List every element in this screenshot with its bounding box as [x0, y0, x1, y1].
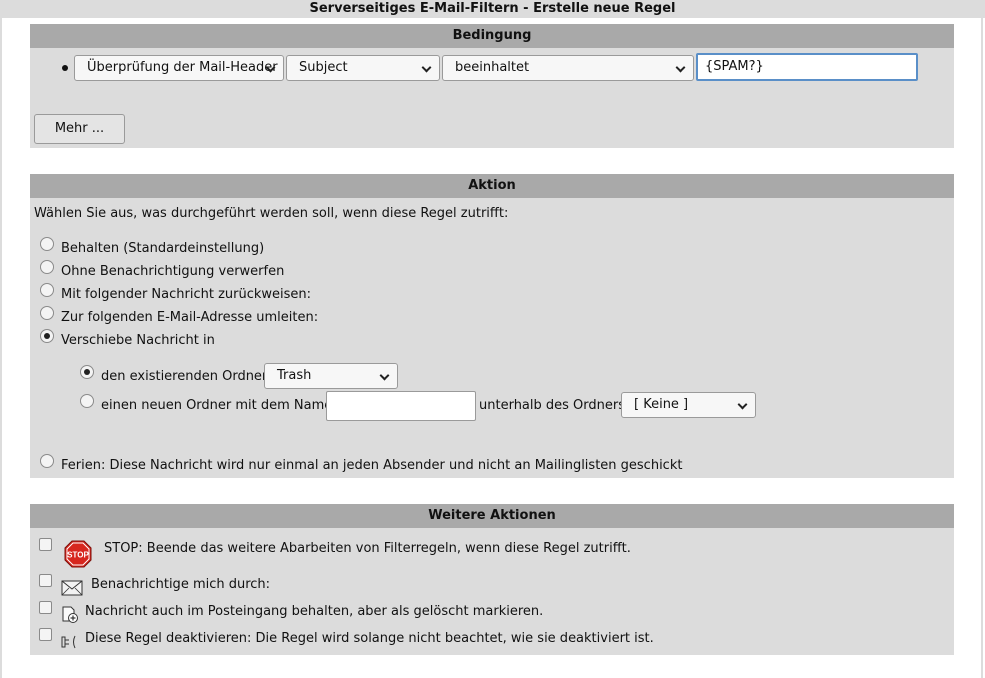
move-label-below-folder: unterhalb des Ordners — [479, 398, 626, 413]
action-radio-vacation[interactable] — [40, 454, 54, 468]
chevron-down-icon — [737, 399, 748, 410]
keep-deleted-checkbox[interactable] — [39, 601, 52, 614]
condition-header: Bedingung — [30, 24, 954, 48]
parent-folder-select-value: [ Keine ] — [634, 397, 689, 412]
stop-label: STOP: Beende das weitere Abarbeiten von … — [104, 541, 631, 556]
disable-rule-icon — [61, 635, 76, 649]
notify-label: Benachrichtige mich durch: — [91, 577, 271, 592]
header-type-select-value: Überprüfung der Mail-Header — [87, 60, 278, 75]
disable-rule-checkbox[interactable] — [39, 628, 52, 641]
move-label-new-folder: einen neuen Ordner mit dem Namen — [101, 398, 341, 413]
condition-value-input[interactable]: {SPAM?} — [696, 53, 918, 81]
more-button[interactable]: Mehr ... — [34, 114, 125, 144]
condition-panel: Bedingung Überprüfung der Mail-Header Su… — [30, 24, 954, 148]
disable-rule-label: Diese Regel deaktivieren: Die Regel wird… — [85, 631, 654, 646]
chevron-down-icon — [379, 370, 390, 381]
operator-select[interactable]: beeinhaltet — [442, 55, 694, 81]
action-label-reject: Mit folgender Nachricht zurückweisen: — [61, 287, 312, 302]
existing-folder-select[interactable]: Trash — [264, 363, 398, 389]
page-border-right — [981, 18, 983, 678]
action-radio-redirect[interactable] — [40, 306, 54, 320]
move-label-existing-folder: den existierenden Ordner — [101, 369, 268, 384]
move-radio-existing-folder[interactable] — [80, 365, 94, 379]
existing-folder-select-value: Trash — [277, 368, 312, 383]
window-title: Serverseitiges E-Mail-Filtern - Erstelle… — [0, 0, 985, 18]
document-delete-icon — [62, 606, 78, 623]
action-label-move: Verschiebe Nachricht in — [61, 333, 215, 348]
header-type-select[interactable]: Überprüfung der Mail-Header — [74, 55, 284, 81]
stop-sign-text: STOP — [67, 551, 89, 560]
action-radio-keep[interactable] — [40, 237, 54, 251]
header-field-select-value: Subject — [299, 60, 348, 75]
condition-bullet — [62, 65, 68, 71]
move-radio-new-folder[interactable] — [80, 394, 94, 408]
parent-folder-select[interactable]: [ Keine ] — [621, 392, 756, 418]
new-folder-name-input[interactable] — [326, 391, 476, 421]
keep-deleted-label: Nachricht auch im Posteingang behalten, … — [85, 604, 544, 619]
operator-select-value: beeinhaltet — [455, 60, 530, 75]
header-field-select[interactable]: Subject — [286, 55, 440, 81]
chevron-down-icon — [675, 62, 686, 73]
stop-sign-icon: STOP — [64, 540, 92, 568]
further-actions-panel: Weitere Aktionen STOP STOP: Beende das w… — [30, 504, 954, 655]
notify-checkbox[interactable] — [39, 574, 52, 587]
action-intro: Wählen Sie aus, was durchgeführt werden … — [34, 206, 509, 221]
action-panel: Aktion Wählen Sie aus, was durchgeführt … — [30, 174, 954, 478]
envelope-icon — [61, 580, 83, 596]
action-label-vacation: Ferien: Diese Nachricht wird nur einmal … — [61, 458, 683, 473]
stop-checkbox[interactable] — [39, 538, 52, 551]
action-radio-move[interactable] — [40, 329, 54, 343]
page-border-left — [0, 18, 2, 678]
further-actions-header: Weitere Aktionen — [30, 504, 954, 528]
action-radio-discard[interactable] — [40, 260, 54, 274]
chevron-down-icon — [421, 62, 432, 73]
action-label-discard: Ohne Benachrichtigung verwerfen — [61, 264, 285, 279]
action-radio-reject[interactable] — [40, 283, 54, 297]
action-label-keep: Behalten (Standardeinstellung) — [61, 241, 265, 256]
condition-value-text: {SPAM?} — [705, 59, 764, 74]
action-label-redirect: Zur folgenden E-Mail-Adresse umleiten: — [61, 310, 319, 325]
action-header: Aktion — [30, 174, 954, 198]
